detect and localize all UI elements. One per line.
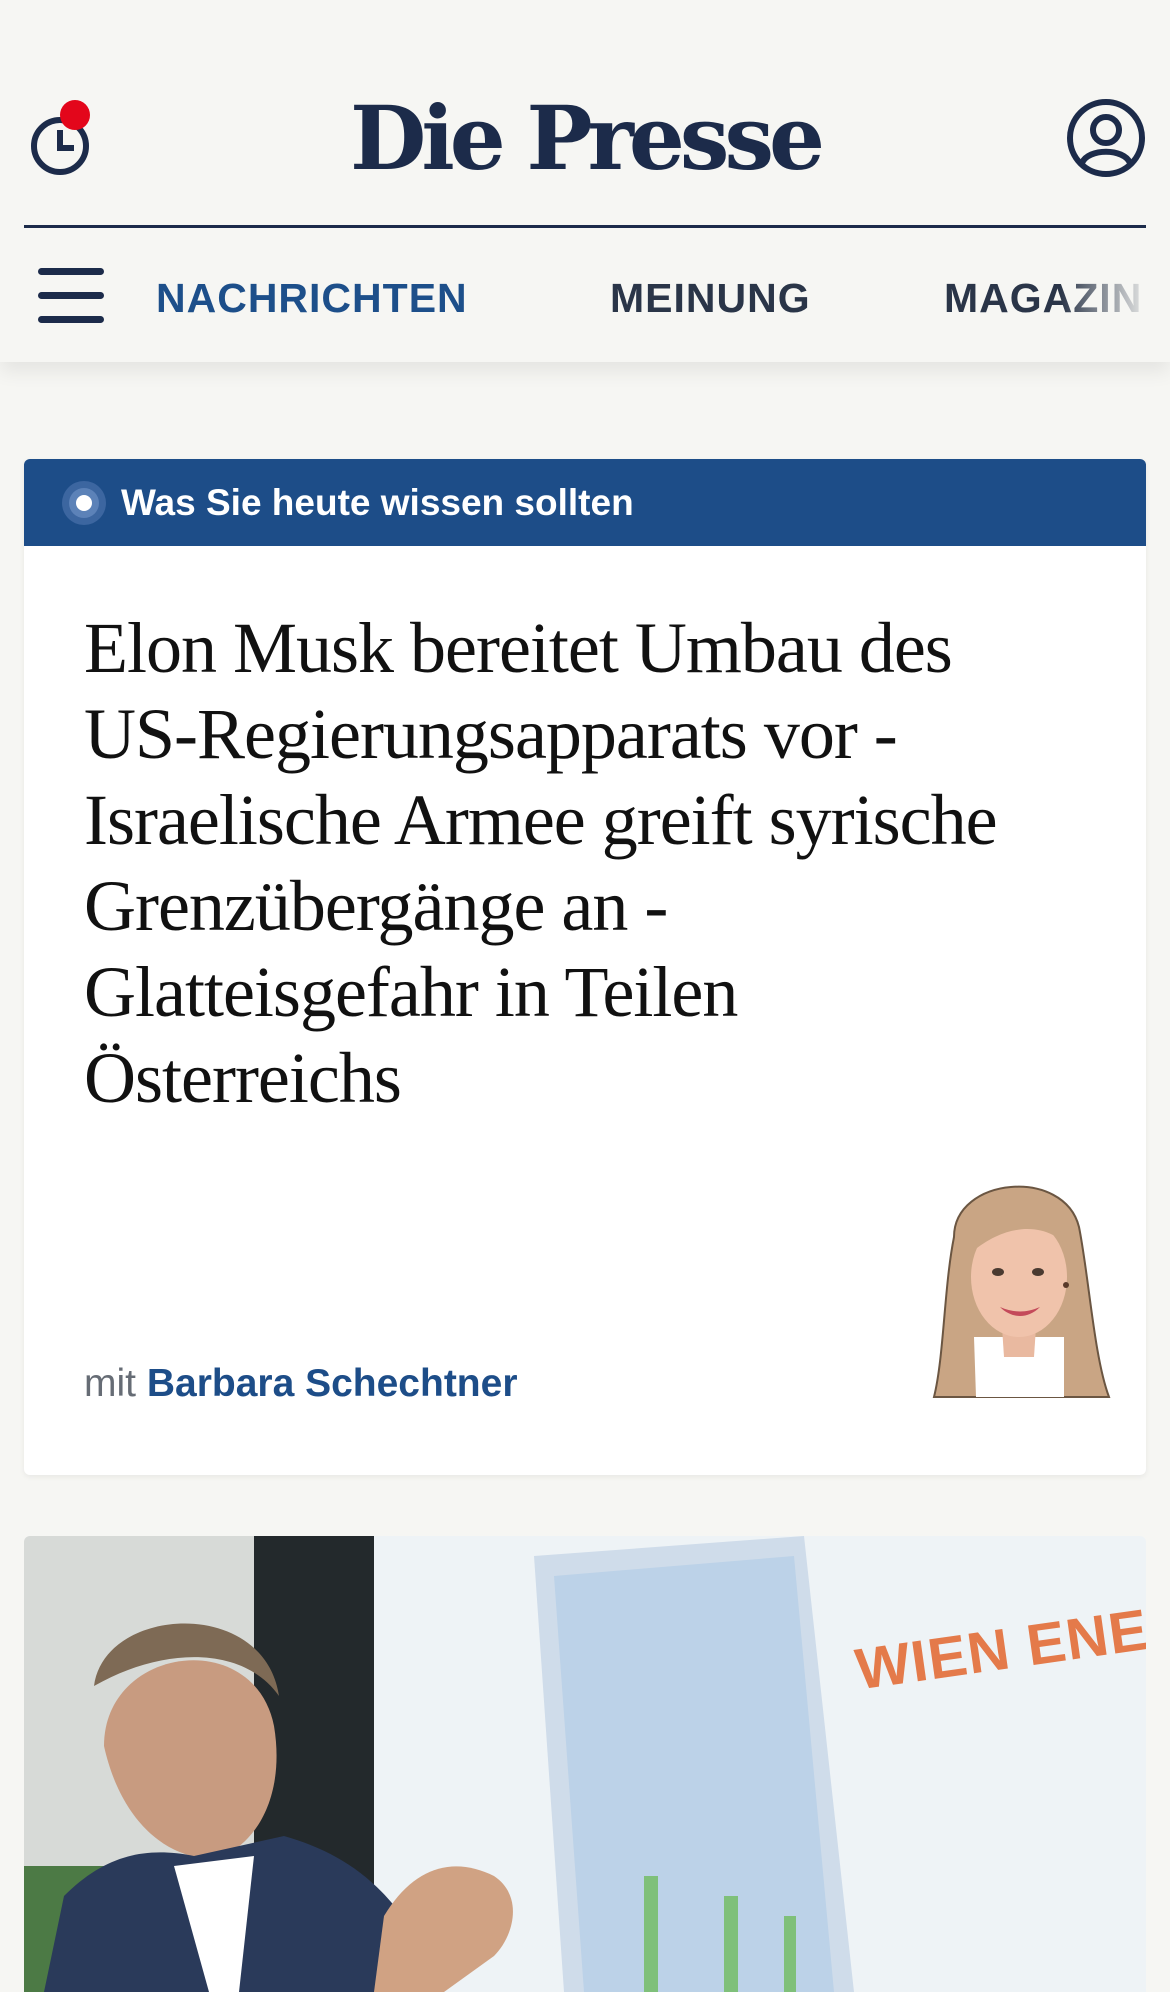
author-avatar [932,1185,1111,1398]
hero-photo [24,1536,1146,1992]
menu-button[interactable] [38,268,106,324]
user-account-icon [1067,99,1145,177]
article-hero-image[interactable]: WIEN ENERGIE [24,1536,1146,1992]
header-divider [24,225,1146,228]
briefing-banner: Was Sie heute wissen sollten [24,459,1146,546]
nav-item-nachrichten[interactable]: NACHRICHTEN [156,270,468,326]
author-link[interactable]: Barbara Schechtner [147,1362,518,1405]
briefing-card[interactable]: Was Sie heute wissen sollten Elon Musk b… [24,459,1146,1475]
site-logo[interactable]: Die Presse [0,88,1170,188]
live-dot-icon [62,481,106,525]
nav-scroll-fade [1060,258,1170,338]
hamburger-menu-icon [38,268,104,275]
nav-item-meinung[interactable]: MEINUNG [610,270,811,326]
byline: mit Barbara Schechtner [84,1359,518,1409]
briefing-label: Was Sie heute wissen sollten [121,482,634,523]
account-button[interactable] [1066,98,1146,178]
site-header: Die Presse NACHRICHTEN MEINUNG MAGAZIN [0,0,1170,362]
byline-prefix: mit [84,1362,136,1405]
briefing-headline[interactable]: Elon Musk bereitet Umbau des US-Regierun… [84,605,1044,1121]
